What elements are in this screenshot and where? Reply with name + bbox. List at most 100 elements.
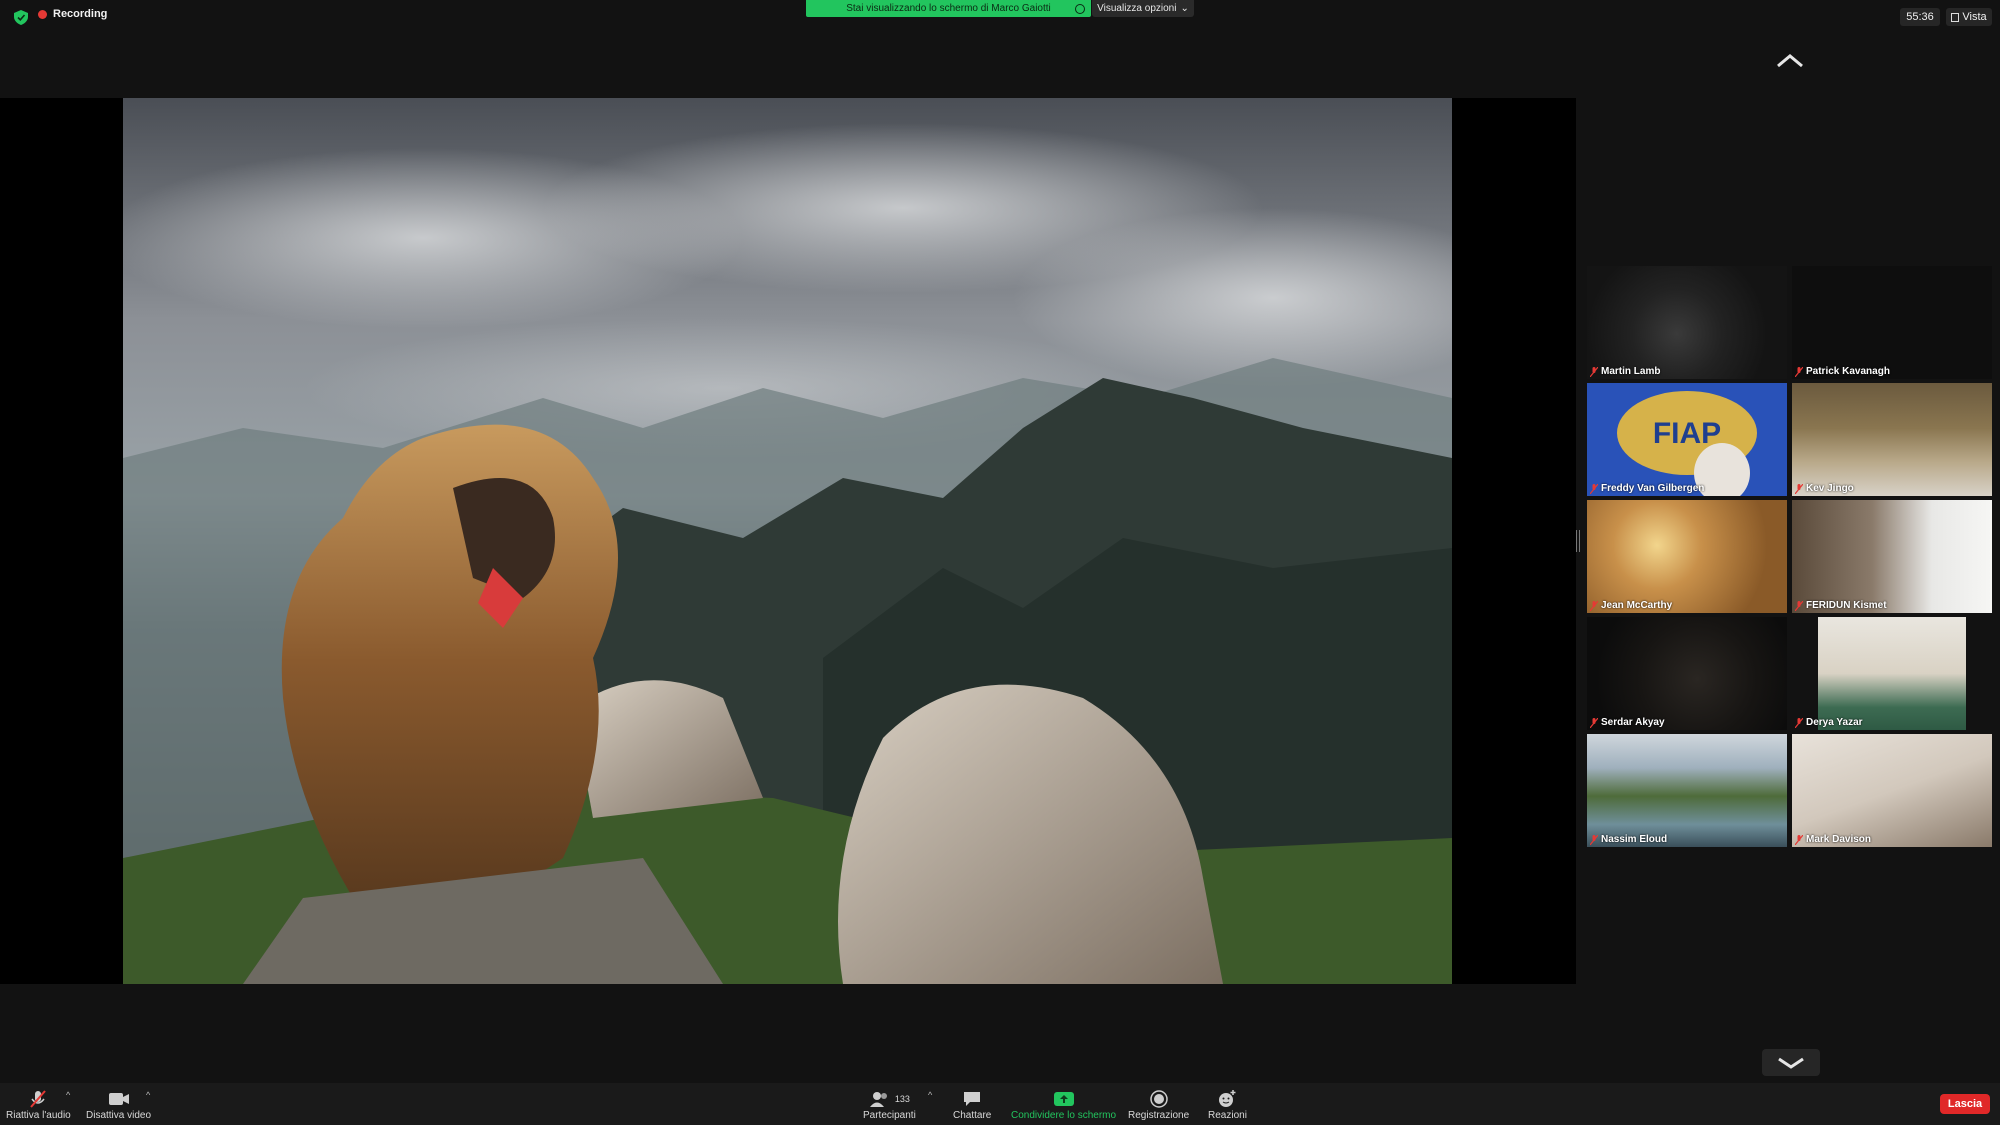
video-feed (1792, 383, 1992, 496)
panel-resize-handle[interactable] (1576, 530, 1580, 552)
muted-mic-icon (1590, 600, 1598, 611)
participant-name-tag: Martin Lamb (1590, 366, 1660, 377)
video-feed (1587, 617, 1787, 730)
chat-button[interactable]: Chattare (953, 1088, 991, 1121)
participant-name-tag: Serdar Akyay (1590, 717, 1665, 728)
record-button[interactable]: Registrazione (1128, 1088, 1189, 1121)
view-options-label: Visualizza opzioni (1097, 3, 1177, 14)
chat-bubble-icon (963, 1088, 981, 1110)
participant-name: Patrick Kavanagh (1806, 366, 1890, 377)
muted-mic-icon (1795, 600, 1803, 611)
video-feed (1792, 734, 1992, 847)
meeting-toolbar (0, 1083, 2000, 1125)
chevron-down-icon (1778, 1057, 1804, 1069)
participants-icon-group: 133 (869, 1088, 910, 1110)
unmute-audio-button[interactable]: Riattiva l'audio (6, 1088, 71, 1121)
shield-icon[interactable] (14, 10, 28, 25)
people-icon (869, 1092, 887, 1107)
participant-name-tag: Nassim Eloud (1590, 834, 1667, 845)
chevron-up-icon[interactable] (1774, 50, 1806, 72)
participant-name: Serdar Akyay (1601, 717, 1665, 728)
muted-mic-icon (28, 1088, 48, 1110)
participant-tile[interactable]: Nassim Eloud (1587, 734, 1787, 847)
share-label: Condividere lo schermo (1011, 1110, 1117, 1121)
view-options-button[interactable]: Visualizza opzioni ⌄ (1092, 0, 1194, 17)
stop-video-button[interactable]: Disattiva video (86, 1088, 151, 1121)
grid-view-icon (1951, 12, 1960, 22)
recording-indicator[interactable]: Recording (38, 8, 107, 20)
participants-button[interactable]: 133 Partecipanti (863, 1088, 916, 1121)
participant-name: Freddy Van Gilbergen (1601, 483, 1705, 494)
participant-name-tag: Derya Yazar (1795, 717, 1863, 728)
participant-name: FERIDUN Kismet (1806, 600, 1887, 611)
participant-name: Martin Lamb (1601, 366, 1661, 377)
video-feed (1587, 500, 1787, 613)
participant-name-tag: Kev Jingo (1795, 483, 1854, 494)
video-feed (1818, 617, 1966, 730)
muted-mic-icon (1590, 483, 1598, 494)
participant-name-tag: Patrick Kavanagh (1795, 366, 1890, 377)
participant-tile[interactable]: Patrick Kavanagh (1792, 266, 1992, 379)
video-options-caret[interactable]: ^ (146, 1090, 150, 1100)
video-camera-icon (108, 1088, 130, 1110)
participants-options-caret[interactable]: ^ (928, 1090, 932, 1100)
scroll-down-button[interactable] (1762, 1049, 1820, 1076)
video-label: Disattiva video (86, 1110, 152, 1121)
participant-name-tag: Jean McCarthy (1590, 600, 1672, 611)
muted-mic-icon (1590, 834, 1598, 845)
record-label: Registrazione (1128, 1110, 1190, 1121)
participant-name-tag: Mark Davison (1795, 834, 1871, 845)
participant-name: Nassim Eloud (1601, 834, 1668, 845)
recording-dot-icon (38, 9, 47, 19)
muted-mic-icon (1795, 483, 1803, 494)
muted-mic-icon (1795, 717, 1803, 728)
participant-tile[interactable]: Kev Jingo (1792, 383, 1992, 496)
participant-tile[interactable]: Jean McCarthy (1587, 500, 1787, 613)
audio-options-caret[interactable]: ^ (66, 1090, 70, 1100)
view-label: Vista (1962, 11, 1987, 23)
chat-label: Chattare (953, 1110, 992, 1121)
participant-name-tag: FERIDUN Kismet (1795, 600, 1887, 611)
participant-name: Kev Jingo (1806, 483, 1854, 494)
video-feed (1792, 500, 1992, 613)
share-screen-button[interactable]: Condividere lo schermo (1011, 1088, 1116, 1121)
emoji-smile-icon (1218, 1088, 1236, 1110)
muted-mic-icon (1795, 366, 1803, 377)
participant-tile[interactable]: Martin Lamb (1587, 266, 1787, 379)
chevron-down-icon: ⌄ (1180, 3, 1189, 14)
shared-photo-gelada-baboon (123, 98, 1452, 984)
view-button[interactable]: Vista (1946, 8, 1992, 26)
participants-label: Partecipanti (863, 1110, 916, 1121)
participant-tile[interactable]: Mark Davison (1792, 734, 1992, 847)
share-screen-icon (1053, 1088, 1074, 1110)
participant-name: Derya Yazar (1806, 717, 1863, 728)
fiap-logo-text: FIAP (1653, 417, 1721, 450)
fiap-logo: FIAP (1617, 391, 1757, 496)
leave-meeting-button[interactable]: Lascia (1940, 1094, 1990, 1114)
video-feed (1587, 266, 1787, 379)
status-ring-icon (1075, 4, 1085, 14)
leave-label: Lascia (1947, 1098, 1983, 1110)
participants-count: 133 (894, 1094, 910, 1104)
participant-name-tag: Freddy Van Gilbergen (1590, 483, 1704, 494)
participant-tile[interactable]: Serdar Akyay (1587, 617, 1787, 730)
participant-tile[interactable]: FIAP Freddy Van Gilbergen (1587, 383, 1787, 496)
reactions-button[interactable]: Reazioni (1208, 1088, 1247, 1121)
participant-name: Mark Davison (1806, 834, 1872, 845)
audio-label: Riattiva l'audio (6, 1110, 71, 1121)
video-feed (1587, 734, 1787, 847)
share-banner-text: Stai visualizzando lo schermo di Marco G… (846, 3, 1051, 14)
participant-tile[interactable]: FERIDUN Kismet (1792, 500, 1992, 613)
muted-mic-icon (1590, 717, 1598, 728)
participant-tile[interactable]: Derya Yazar (1792, 617, 1992, 730)
reactions-label: Reazioni (1208, 1110, 1247, 1121)
screen-share-banner: Stai visualizzando lo schermo di Marco G… (806, 0, 1091, 17)
video-feed: FIAP (1587, 383, 1787, 496)
timer-text: 55:36 (1906, 11, 1934, 23)
participant-name: Jean McCarthy (1601, 600, 1673, 611)
recording-label: Recording (53, 8, 108, 20)
meeting-timer: 55:36 (1900, 8, 1940, 26)
muted-mic-icon (1795, 834, 1803, 845)
muted-mic-icon (1590, 366, 1598, 377)
record-icon (1149, 1088, 1168, 1110)
